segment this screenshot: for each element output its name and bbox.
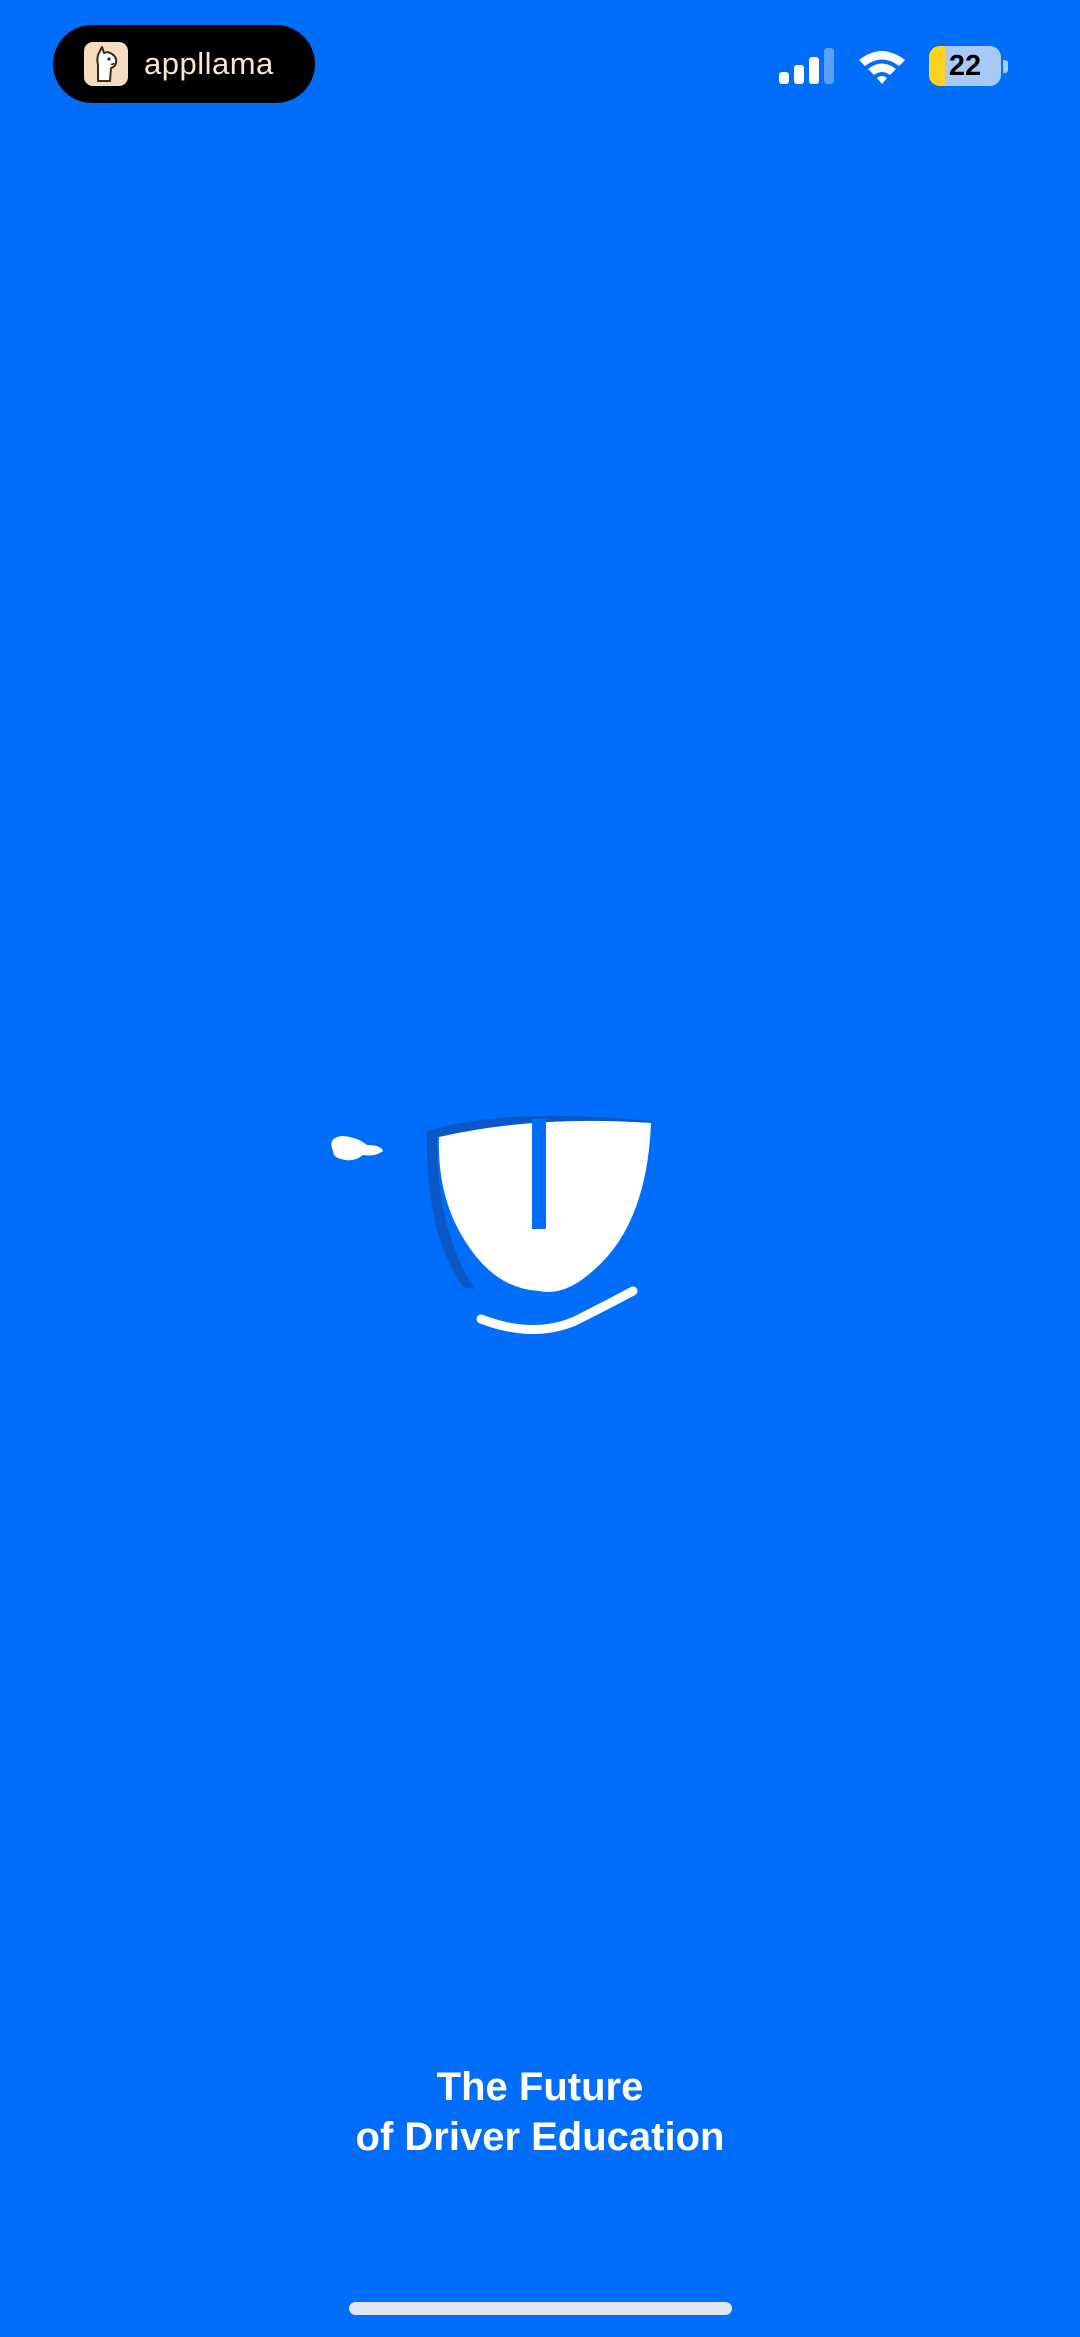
wifi-icon (859, 51, 905, 84)
llama-icon (84, 42, 128, 86)
tagline: The Future of Driver Education (0, 2062, 1080, 2162)
tagline-line-1: The Future (436, 2065, 644, 2109)
cellular-signal-icon (779, 48, 834, 84)
tagline-line-2: of Driver Education (355, 2115, 725, 2159)
smiling-shield-mascot-icon (331, 1115, 651, 1334)
wink-eye (331, 1136, 383, 1161)
smile (476, 1286, 638, 1334)
shield-stripe (532, 1119, 546, 1229)
battery-level: 22 (948, 49, 982, 82)
battery-indicator: 22 (929, 46, 1008, 86)
battery-fill (929, 46, 945, 86)
battery-icon: 22 (929, 46, 1001, 86)
recording-pill[interactable]: appllama (53, 25, 315, 103)
pill-label: appllama (144, 46, 274, 81)
battery-nub (1003, 59, 1008, 73)
status-icons: 22 (779, 46, 1008, 86)
home-indicator[interactable] (349, 2302, 732, 2315)
